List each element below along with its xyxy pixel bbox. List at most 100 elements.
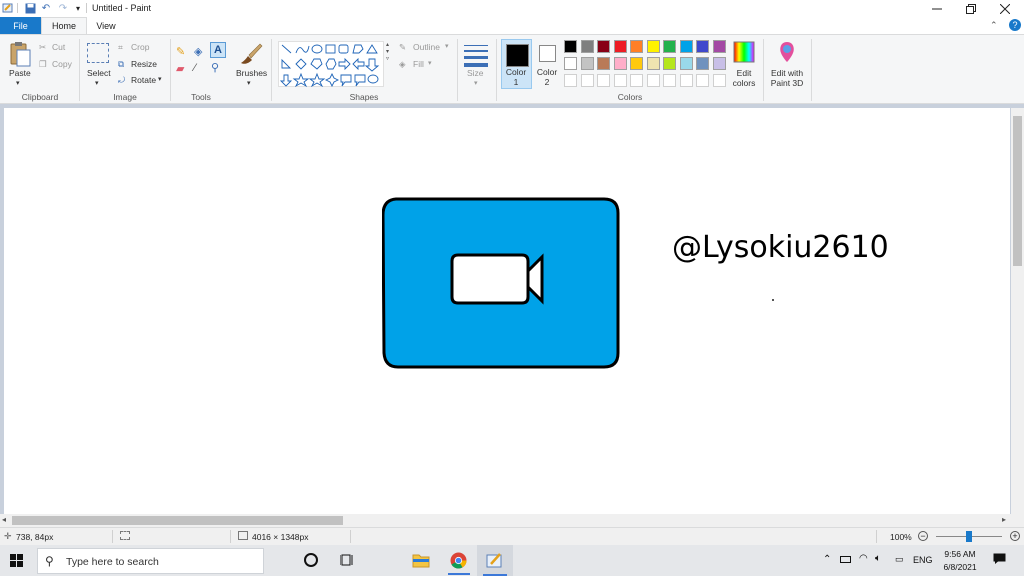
color-swatch[interactable] <box>580 57 594 70</box>
color-swatch[interactable] <box>613 74 627 87</box>
clock-time[interactable]: 9:56 AM <box>941 549 979 559</box>
rotate-dropdown-icon[interactable]: ▾ <box>158 75 162 83</box>
help-icon[interactable]: ? <box>1009 19 1021 31</box>
outline-icon[interactable]: ✎ <box>399 42 406 53</box>
color-swatch[interactable] <box>646 57 660 70</box>
zoom-out-icon[interactable]: − <box>918 531 928 541</box>
eraser-icon[interactable]: ▰ <box>176 62 184 75</box>
color-swatch[interactable] <box>696 57 709 70</box>
color-swatch[interactable] <box>613 40 627 53</box>
cut-button[interactable]: Cut <box>52 42 65 52</box>
select-button[interactable]: Select <box>87 68 111 78</box>
paste-dropdown-icon[interactable]: ▾ <box>16 79 20 87</box>
vertical-scrollbar[interactable] <box>1011 108 1024 514</box>
undo-icon[interactable]: ↶ <box>40 2 52 14</box>
select-dropdown-icon[interactable]: ▾ <box>95 79 99 87</box>
battery-icon[interactable] <box>840 556 851 563</box>
horizontal-scrollbar[interactable]: ◂ ▸ <box>0 514 1024 527</box>
select-icon[interactable] <box>87 43 109 63</box>
color-swatch[interactable] <box>630 40 643 53</box>
volume-icon[interactable]: 🔈︎ <box>875 553 881 564</box>
brushes-icon[interactable] <box>238 41 264 67</box>
copy-icon[interactable]: ❐ <box>39 59 47 70</box>
size-dropdown-icon[interactable]: ▾ <box>474 79 478 87</box>
color-swatch[interactable] <box>712 57 726 70</box>
restore-button[interactable] <box>954 0 988 17</box>
color-swatch[interactable] <box>679 40 693 53</box>
color-swatch[interactable] <box>679 74 693 87</box>
crop-button[interactable]: Crop <box>131 42 149 52</box>
language-indicator[interactable]: ENG <box>913 555 933 565</box>
rotate-button[interactable]: Rotate <box>131 75 156 85</box>
taskbar-search[interactable]: ⚲ Type here to search <box>37 548 264 574</box>
edit-colors-icon[interactable] <box>733 41 755 63</box>
paste-button[interactable]: Paste <box>9 68 31 78</box>
qat-customize-icon[interactable]: ▾ <box>72 2 84 14</box>
rotate-icon[interactable]: ⤾ <box>118 75 125 86</box>
pencil-icon[interactable]: ✎ <box>176 45 185 58</box>
cortana-icon[interactable] <box>304 553 318 567</box>
copy-button[interactable]: Copy <box>52 59 72 69</box>
horizontal-scroll-thumb[interactable] <box>12 516 343 525</box>
edit-colors-button[interactable]: Edit colors <box>728 68 760 88</box>
text-tool-icon[interactable]: A <box>210 42 226 58</box>
color2-label[interactable]: Color 2 <box>536 67 558 87</box>
minimize-button[interactable] <box>920 0 954 17</box>
size-icon[interactable] <box>464 43 488 67</box>
magnifier-icon[interactable]: ⚲ <box>211 61 219 74</box>
shapes-scroll-icon[interactable]: ▴ ▾ ▿ <box>386 41 392 87</box>
color-swatch[interactable] <box>646 40 660 53</box>
chrome-icon[interactable] <box>450 552 467 569</box>
color-swatch[interactable] <box>663 57 676 70</box>
paint3d-button[interactable]: Edit with Paint 3D <box>766 68 808 88</box>
color-swatch[interactable] <box>564 74 577 87</box>
color-swatch[interactable] <box>564 40 577 53</box>
color-swatch[interactable] <box>663 74 676 87</box>
color-swatch[interactable] <box>696 40 709 53</box>
show-hidden-icons[interactable]: ⌃ <box>823 554 831 565</box>
zoom-slider-thumb[interactable] <box>966 531 972 542</box>
color-swatch[interactable] <box>564 57 577 70</box>
size-button[interactable]: Size <box>467 68 484 78</box>
color-swatch[interactable] <box>580 40 594 53</box>
redo-icon[interactable]: ↷ <box>57 2 69 14</box>
color-swatch[interactable] <box>646 74 660 87</box>
color-swatch[interactable] <box>679 57 693 70</box>
fill-bucket-icon[interactable]: ◈ <box>194 45 202 58</box>
color-swatch[interactable] <box>597 74 610 87</box>
collapse-ribbon-icon[interactable]: ⌃ <box>990 20 998 31</box>
fill-button[interactable]: Fill <box>413 59 424 69</box>
paint-taskbar-button[interactable] <box>477 545 513 576</box>
zoom-in-icon[interactable]: + <box>1010 531 1020 541</box>
wifi-icon[interactable]: ◠ <box>859 553 868 564</box>
brushes-button[interactable]: Brushes <box>236 68 267 78</box>
fill-icon[interactable]: ◈ <box>399 59 406 70</box>
scroll-left-icon[interactable]: ◂ <box>2 515 6 524</box>
display-icon[interactable]: ▭ <box>895 554 904 565</box>
color-swatch[interactable] <box>630 74 643 87</box>
color-swatch[interactable] <box>580 74 594 87</box>
task-view-icon[interactable] <box>339 553 354 567</box>
paint-app-icon[interactable] <box>2 2 14 14</box>
paste-icon[interactable] <box>8 41 32 69</box>
windows-start-icon[interactable] <box>10 554 23 567</box>
color-swatch[interactable] <box>613 57 627 70</box>
brushes-dropdown-icon[interactable]: ▾ <box>247 79 251 87</box>
outline-button[interactable]: Outline <box>413 42 440 52</box>
notifications-icon[interactable] <box>993 553 1006 564</box>
tab-view[interactable]: View <box>87 17 125 34</box>
color-swatch[interactable] <box>630 57 643 70</box>
color-swatch[interactable] <box>597 40 610 53</box>
scroll-right-icon[interactable]: ▸ <box>1002 515 1006 524</box>
tab-home[interactable]: Home <box>41 17 87 34</box>
paint3d-icon[interactable] <box>776 40 798 64</box>
vertical-scroll-thumb[interactable] <box>1013 116 1022 266</box>
cut-icon[interactable]: ✂ <box>39 42 46 53</box>
resize-button[interactable]: Resize <box>131 59 157 69</box>
resize-icon[interactable]: ⧉ <box>118 59 124 70</box>
save-icon[interactable] <box>24 2 36 14</box>
color-swatch[interactable] <box>597 57 610 70</box>
clock-date[interactable]: 6/8/2021 <box>941 562 979 572</box>
color-swatch[interactable] <box>712 40 726 53</box>
color-swatch[interactable] <box>663 40 676 53</box>
